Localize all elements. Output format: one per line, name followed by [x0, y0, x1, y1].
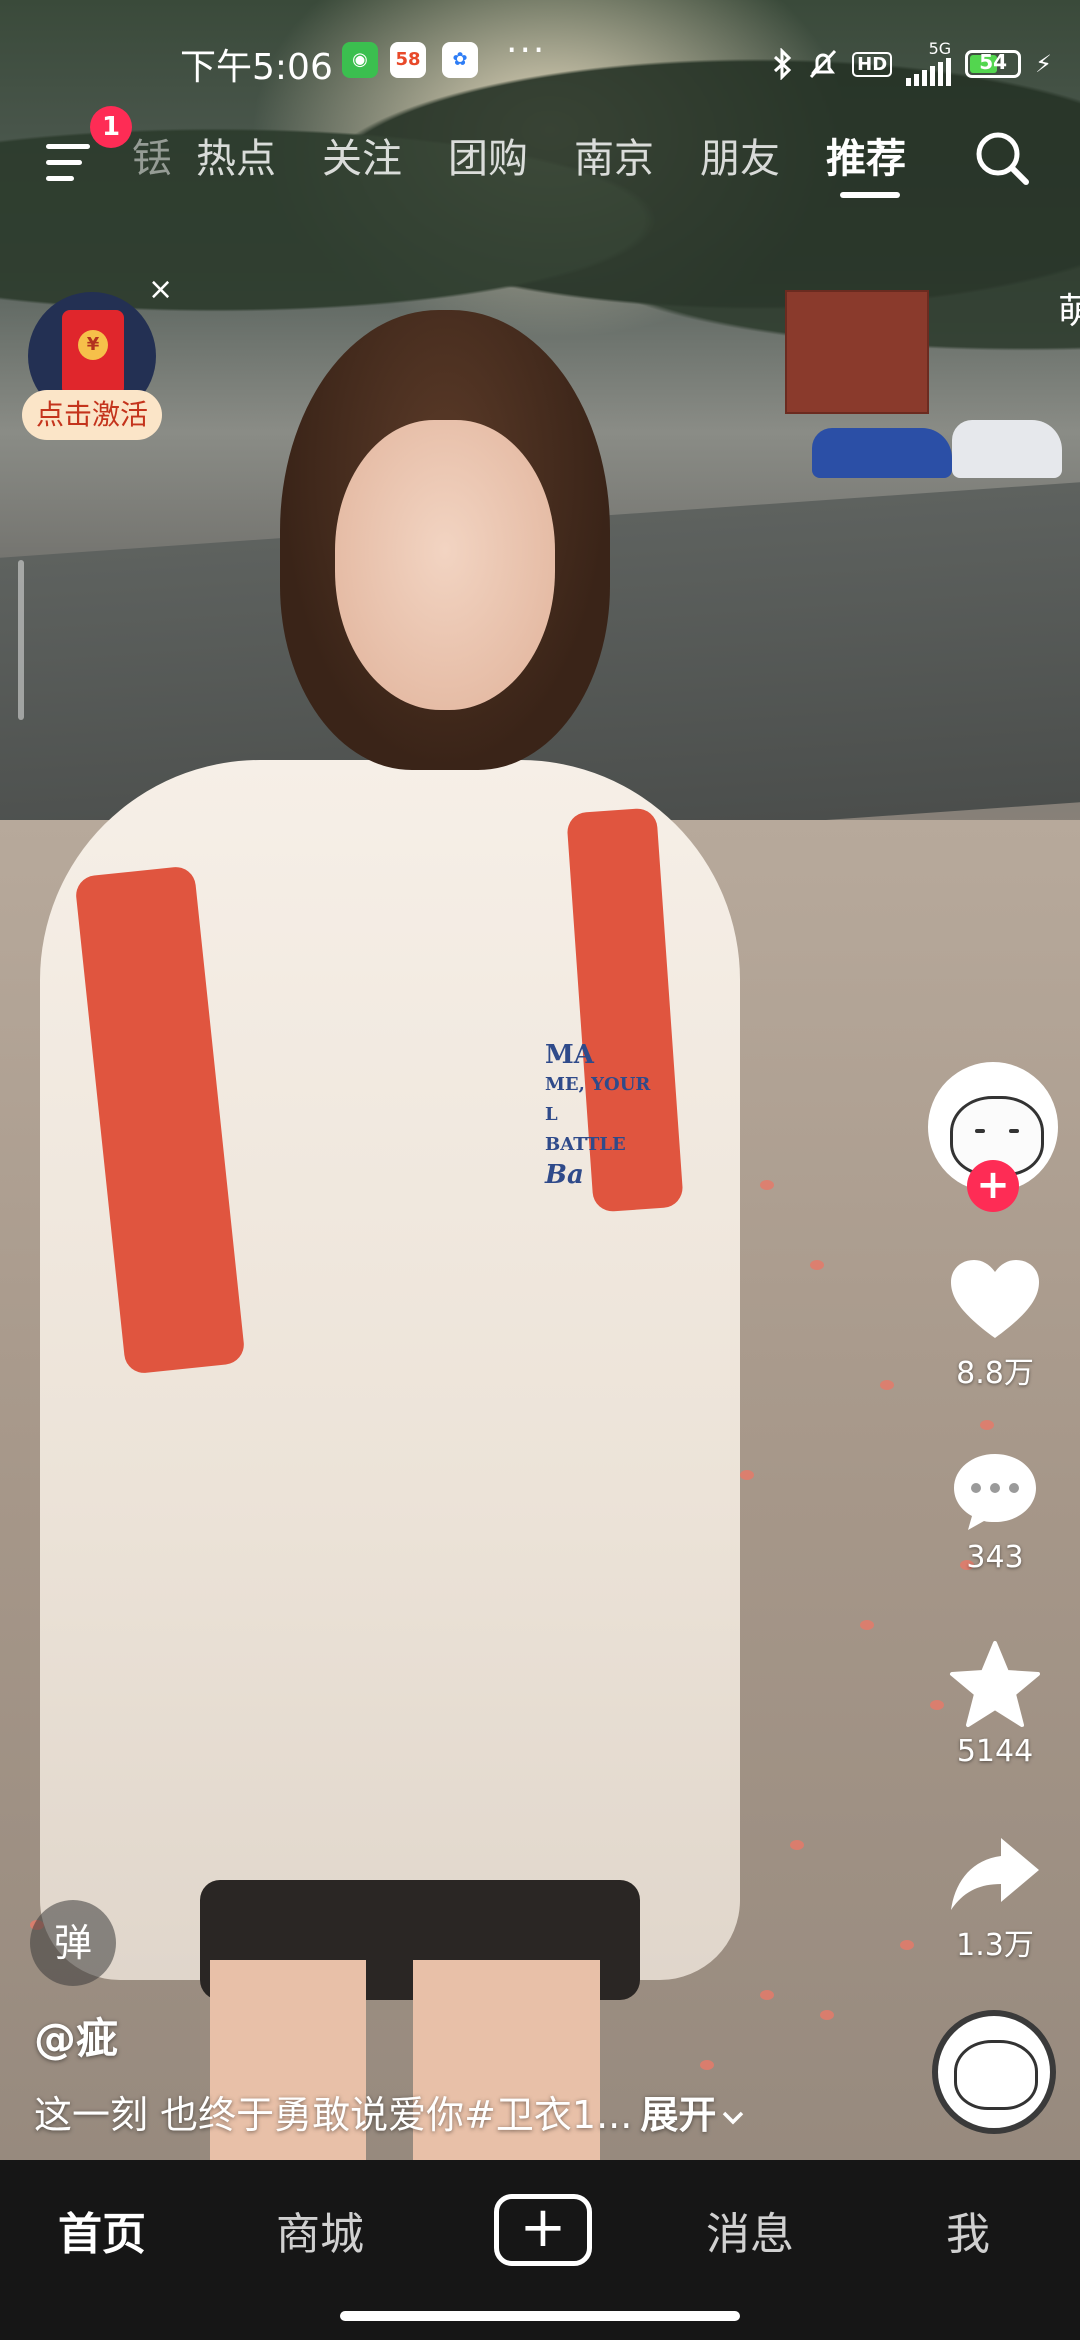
chevron-down-icon: [723, 2111, 744, 2125]
bluetooth-icon: [774, 48, 792, 80]
home-indicator[interactable]: [340, 2311, 740, 2321]
menu-icon[interactable]: [40, 130, 100, 190]
danmu-toggle-button[interactable]: 弹: [30, 1900, 116, 1986]
tab-partial[interactable]: 铥: [132, 126, 172, 184]
like-count: 8.8万: [956, 1356, 1034, 1391]
favorite-button[interactable]: 5144: [940, 1640, 1050, 1769]
cloud-icon: ✿: [442, 42, 478, 78]
petal: [700, 2060, 714, 2070]
signal-icon: [906, 56, 952, 86]
white-car: [952, 420, 1062, 478]
caption-text: 这一刻 也终于勇敢说爱你#卫衣1...: [34, 2093, 633, 2137]
tab-following[interactable]: 关注: [322, 126, 402, 184]
network-type: 5G: [928, 39, 952, 58]
tab-hot[interactable]: 热点: [196, 126, 276, 184]
hoodie-print: MA ME, YOUR L BATTLE Ba: [545, 1040, 665, 1190]
petal: [760, 1990, 774, 2000]
top-nav: 1 铥 热点 关注 团购 南京 朋友 推荐: [0, 106, 1080, 210]
charging-icon: ⚡: [1035, 50, 1052, 78]
tab-group-buy[interactable]: 团购: [448, 126, 528, 184]
star-icon: [950, 1641, 1040, 1727]
petal: [820, 2010, 834, 2020]
expand-label: 展开: [640, 2093, 717, 2137]
share-arrow-icon: [951, 1838, 1039, 1910]
comment-count: 343: [966, 1540, 1024, 1575]
follow-button[interactable]: +: [967, 1160, 1019, 1212]
status-bar: 下午5:06 ◉ 58 ✿ ··· HD 5G 54 ⚡: [0, 30, 1080, 90]
side-scroll-indicator: [18, 560, 24, 720]
hoodie-print-line: MA: [545, 1040, 594, 1070]
petal: [810, 1260, 824, 1270]
petal: [880, 1380, 894, 1390]
more-notifications-icon: ···: [506, 30, 547, 71]
petal: [790, 1840, 804, 1850]
petal: [980, 1420, 994, 1430]
like-button[interactable]: 8.8万: [940, 1258, 1050, 1392]
roadside-billboard: [785, 290, 929, 414]
comment-button[interactable]: 343: [940, 1450, 1050, 1575]
tab-home[interactable]: 首页: [58, 2198, 146, 2262]
battery-icon: 54: [965, 50, 1022, 78]
hoodie-print-line: ME, YOUR L: [545, 1074, 651, 1125]
person-face: [335, 420, 555, 710]
music-disc[interactable]: [932, 2010, 1056, 2134]
active-tab-indicator: [840, 192, 900, 198]
tab-messages[interactable]: 消息: [706, 2198, 794, 2262]
video-caption[interactable]: 这一刻 也终于勇敢说爱你#卫衣1... 展开: [34, 2084, 746, 2139]
mute-bell-icon: [810, 49, 837, 79]
share-button[interactable]: 1.3万: [940, 1834, 1050, 1964]
heart-icon: [951, 1260, 1039, 1338]
favorite-count: 5144: [956, 1734, 1034, 1769]
hoodie-print-line: Ba: [545, 1160, 584, 1190]
battery-level: 54: [979, 50, 1008, 74]
hoodie-print-line: BATTLE: [545, 1134, 626, 1155]
author-name[interactable]: @疵: [34, 2005, 118, 2066]
share-count: 1.3万: [956, 1928, 1034, 1963]
cat-disc-icon: [954, 2040, 1038, 2110]
search-icon[interactable]: [968, 124, 1038, 194]
red-packet-label[interactable]: 点击激活: [22, 390, 162, 440]
comment-icon: [954, 1454, 1036, 1530]
coin-icon: ¥: [78, 330, 108, 360]
tab-friends[interactable]: 朋友: [700, 126, 780, 184]
notification-badge: 1: [90, 106, 132, 148]
edge-overlay-text: 萌: [1058, 291, 1080, 332]
red-packet-close-icon[interactable]: ×: [148, 272, 173, 307]
expand-caption-button[interactable]: 展开: [640, 2093, 746, 2137]
hd-icon: HD: [852, 51, 893, 77]
petal: [860, 1620, 874, 1630]
petal: [760, 1180, 774, 1190]
petal: [740, 1470, 754, 1480]
tab-me[interactable]: 我: [946, 2198, 990, 2262]
wechat-mini-icon: ◉: [342, 42, 378, 78]
tab-mall[interactable]: 商城: [276, 2198, 364, 2262]
create-button[interactable]: +: [494, 2194, 592, 2266]
blue-car: [812, 428, 952, 478]
tab-nanjing[interactable]: 南京: [574, 126, 654, 184]
58-icon: 58: [390, 42, 426, 78]
status-time: 下午5:06: [180, 47, 333, 88]
petal: [900, 1940, 914, 1950]
tab-recommend[interactable]: 推荐: [826, 126, 906, 184]
